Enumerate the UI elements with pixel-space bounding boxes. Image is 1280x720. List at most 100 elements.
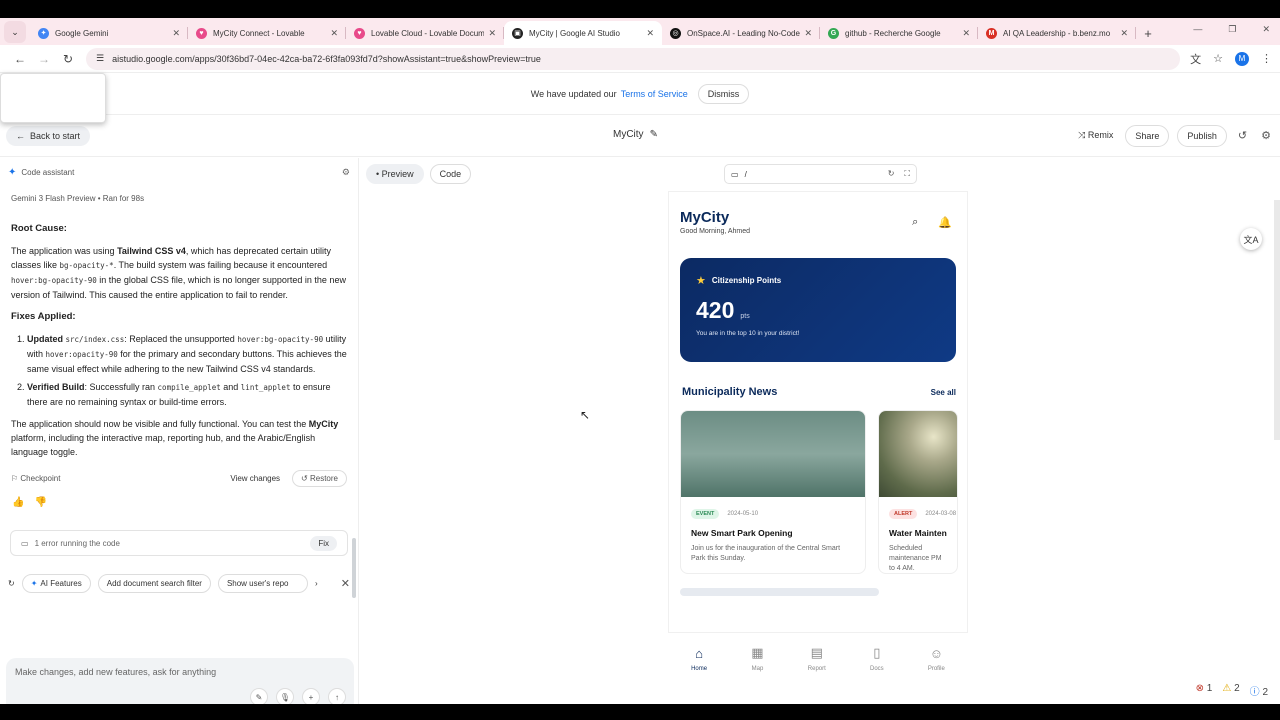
browser-tab[interactable]: ♥ MyCity Connect - Lovable ✕ [188,21,346,45]
nav-docs[interactable]: ▯ Docs [870,645,884,672]
thumbs-down-icon[interactable]: 👎 [34,497,46,508]
restore-button[interactable]: ↺ Restore [292,469,347,487]
add-icon[interactable]: + [302,688,320,704]
greeting: Good Morning, Ahmed [680,228,751,235]
bell-icon[interactable]: 🔔 [938,216,952,229]
app-header-icons: ⌕ 🔔 [912,216,952,229]
more-icon[interactable]: ⋮ [1261,52,1272,65]
app-bottom-nav: ⌂ Home ▦ Map ▤ Report ▯ Docs ☺ Profile [669,632,967,684]
settings-icon[interactable]: ⚙ [342,167,350,178]
nav-profile[interactable]: ☺ Profile [928,646,945,672]
browser-tab[interactable]: ◎ OnSpace.AI - Leading No-Code ✕ [662,21,820,45]
chevron-right-icon[interactable]: › [315,579,318,588]
publish-button[interactable]: Publish [1177,124,1227,147]
header-actions: ⤨ Remix Share Publish ↺ ⚙ [1074,124,1274,147]
chip-ai-features[interactable]: ✦ AI Features [21,574,91,593]
star-icon: ★ [696,275,706,287]
fix-button[interactable]: Fix [310,535,337,551]
back-arrow-icon[interactable]: ← [8,52,32,66]
minimize-icon[interactable]: — [1193,24,1202,35]
refresh-icon[interactable]: ↻ [8,579,15,588]
restore-icon: ↺ [301,473,308,483]
gemini-icon: ✦ [38,27,49,39]
close-window-icon[interactable]: ✕ [1262,24,1270,35]
maximize-icon[interactable]: ❐ [1228,24,1236,35]
star-icon[interactable]: ☆ [1213,52,1223,65]
mic-icon[interactable]: 🎙 [276,688,294,704]
browser-tab[interactable]: ♥ Lovable Cloud - Lovable Docum ✕ [346,21,504,45]
close-icon[interactable]: ✕ [488,28,496,39]
news-carousel: EVENT 2024-05-10 New Smart Park Opening J… [669,398,967,574]
reload-icon[interactable]: ↻ [56,52,80,66]
site-settings-icon[interactable]: ☰ [96,53,104,64]
new-tab-button[interactable]: + [1136,26,1160,45]
tab-search-dropdown[interactable]: ⌄ [4,21,26,43]
clipboard-icon: ▤ [810,645,823,660]
browser-tab-active[interactable]: ▣ MyCity | Google AI Studio ✕ [504,21,662,45]
feedback-row: 👍 👎 [0,489,358,516]
translate-button[interactable]: 文A [1240,228,1262,250]
error-box: ▭ 1 error running the code Fix [10,530,348,556]
carousel-scrollbar[interactable] [680,588,879,596]
remix-button[interactable]: ⤨ Remix [1074,125,1117,146]
translate-icon[interactable]: 文 [1190,51,1201,67]
tab-code[interactable]: Code [429,164,472,184]
send-icon[interactable]: ↑ [328,688,346,704]
prompt-input[interactable]: Make changes, add new features, ask for … [6,658,354,704]
nav-home[interactable]: ⌂ Home [691,646,707,672]
close-icon[interactable]: ✕ [1120,28,1128,39]
browser-tab[interactable]: ✦ Google Gemini ✕ [30,21,188,45]
magic-wand-icon[interactable]: ✎ [250,688,268,704]
preview-scrollbar[interactable] [1274,200,1280,440]
news-card[interactable]: EVENT 2024-05-10 New Smart Park Opening J… [680,410,866,574]
close-icon[interactable]: ✕ [341,577,350,590]
terms-link[interactable]: Terms of Service [621,89,688,99]
close-icon[interactable]: ✕ [804,28,812,39]
close-icon[interactable]: ✕ [646,28,654,39]
browser-tab[interactable]: G github - Recherche Google ✕ [820,21,978,45]
close-icon[interactable]: ✕ [172,28,180,39]
sparkle-icon: ✦ [30,579,38,588]
close-icon[interactable]: ✕ [962,28,970,39]
share-button[interactable]: Share [1125,124,1170,147]
history-icon[interactable]: ↺ [1235,129,1250,142]
checkpoint-row: ⚐ Checkpoint View changes ↺ Restore [0,467,358,489]
points-card[interactable]: ★ Citizenship Points 420 pts You are in th… [680,258,956,362]
gmail-icon: M [986,27,997,39]
flag-icon: ⚐ [11,473,21,483]
pencil-icon[interactable]: ✎ [650,129,658,140]
news-card[interactable]: ALERT2024-03-08 Water Maintenance Schedu… [878,410,958,574]
avatar[interactable]: M [1235,51,1249,66]
chip-document-search[interactable]: Add document search filter [97,574,211,593]
gear-icon[interactable]: ⚙ [1258,129,1274,142]
points-value: 420 pts [696,297,750,323]
preview-path-bar[interactable]: ▭ / ↻ ⛶ [724,164,917,184]
back-to-start-button[interactable]: ← Back to start [6,125,91,146]
forward-arrow-icon[interactable]: → [32,52,56,66]
nav-report[interactable]: ▤ Report [808,645,826,672]
tab-preview[interactable]: • Preview [366,164,424,184]
nav-map[interactable]: ▦ Map [751,645,763,672]
status-bar[interactable]: ⊗ 1 ⚠ 2 ⓘ 2 [1196,683,1268,698]
close-icon[interactable]: ✕ [330,28,338,39]
see-all-link[interactable]: See all [931,388,956,397]
fixes-heading: Fixes Applied: [11,311,76,322]
points-subtext: You are in the top 10 in your district! [696,330,800,337]
scrollbar[interactable] [352,538,356,598]
dismiss-button[interactable]: Dismiss [697,83,750,104]
info-icon: ⓘ [1249,687,1260,698]
app-header: ← Back to start MyCity ✎ ⤨ Remix Share P… [0,115,1280,157]
thumbs-up-icon[interactable]: 👍 [12,497,24,508]
device-icon[interactable]: ▭ [731,170,739,179]
address-input[interactable]: ☰ aistudio.google.com/apps/30f36bd7-04ec… [86,47,1181,70]
fullscreen-icon[interactable]: ⛶ [904,169,910,179]
input-tools: ✎ 🎙 + ↑ [250,688,346,704]
reload-icon[interactable]: ↻ [888,169,895,179]
map-icon: ▦ [751,645,764,660]
chip-show-repo[interactable]: Show user's repo [217,574,308,593]
error-icon: ⊗ [1195,683,1204,694]
view-changes-button[interactable]: View changes [230,474,280,483]
dropdown-popup [0,73,106,123]
browser-tab[interactable]: M AI QA Leadership - b.benz.mo ✕ [978,21,1136,45]
search-icon[interactable]: ⌕ [912,216,918,229]
